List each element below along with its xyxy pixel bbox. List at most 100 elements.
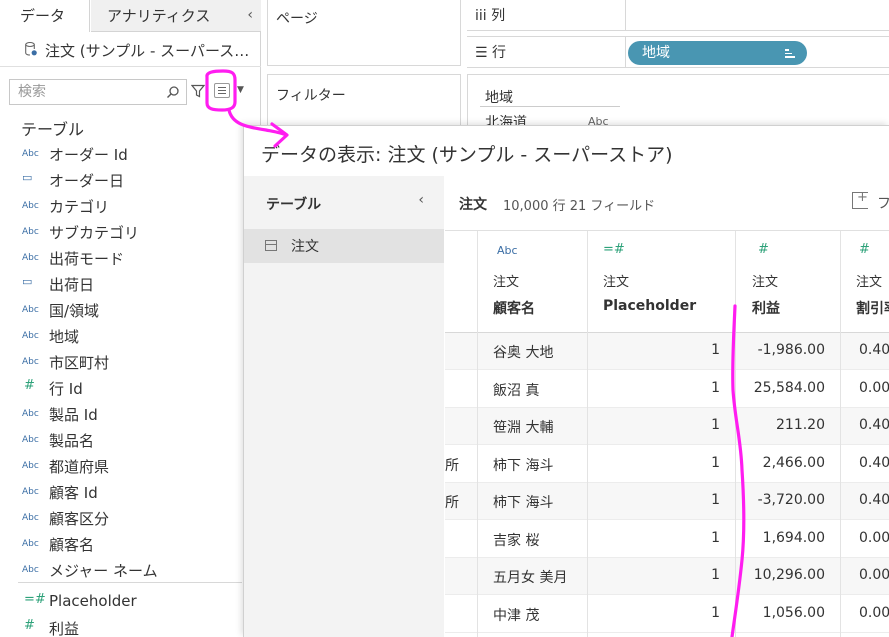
field-item[interactable]: Abc サブカテゴリ (0, 219, 242, 245)
dialog-title: データの表示: 注文 (サンプル - スーパーストア) (261, 144, 673, 166)
cell-profit: 25,584.00 (753, 379, 825, 396)
field-item[interactable]: Abc メジャー ネーム (0, 557, 242, 583)
cell-discount: 0.00 (859, 567, 889, 583)
table-row[interactable]: 五月女 美月 1 10,296.00 0.00 (445, 558, 889, 595)
field-item[interactable]: Abc 都道府県 (0, 453, 242, 479)
column-source: 注文 (603, 275, 630, 290)
cell-customer: 中津 茂 (493, 607, 540, 624)
field-item[interactable]: Abc 製品名 (0, 427, 242, 453)
column-type-icon: # (859, 242, 870, 257)
cell-profit: 10,296.00 (753, 567, 825, 583)
export-icon[interactable] (852, 190, 868, 209)
column-divider (477, 231, 478, 637)
cell-placeholder: 1 (711, 417, 720, 433)
grid-toolbar: 注文 10,000 行 21 フィールド フ (445, 176, 889, 231)
table-row[interactable]: 所 柿下 海斗 1 2,466.00 0.40 (445, 446, 889, 483)
cell-placeholder: 1 (711, 604, 720, 621)
legend-underline (480, 106, 620, 107)
side-header: テーブル (266, 197, 322, 213)
search-icon[interactable] (166, 85, 180, 99)
datasource-name: 注文 (サンプル - スーパース… (45, 42, 250, 60)
cell-discount: 0.40 (859, 342, 889, 358)
string-type-icon: Abc (22, 565, 39, 575)
field-item[interactable]: ▭ 出荷日 (0, 271, 242, 297)
field-name: メジャー ネーム (49, 562, 158, 580)
field-item[interactable]: Abc 顧客名 (0, 531, 242, 557)
collapse-sidebar-icon[interactable]: ‹ (418, 192, 424, 208)
field-item[interactable]: # 行 Id (0, 375, 242, 401)
chevron-down-icon[interactable]: ▼ (237, 85, 244, 95)
field-item[interactable]: Abc 市区町村 (0, 349, 242, 375)
field-item[interactable]: Abc 顧客区分 (0, 505, 242, 531)
search-input[interactable] (10, 80, 160, 104)
rows-label: ☰ 行 (475, 45, 507, 61)
column-header-customer[interactable]: 顧客名 (493, 298, 535, 318)
field-name: 利益 (49, 620, 80, 637)
cell-customer: 笹淵 大輔 (493, 420, 554, 436)
table-row[interactable]: 吉家 桜 1 1,694.00 0.00 (445, 521, 889, 558)
grid-title: 注文 (459, 197, 487, 213)
column-divider (735, 231, 736, 637)
string-type-icon: Abc (22, 513, 39, 523)
string-type-icon: Abc (22, 487, 39, 497)
date-type-icon: ▭ (22, 171, 33, 184)
cell-discount: 0.40 (859, 454, 889, 471)
export-label[interactable]: フ (877, 193, 889, 213)
table-row[interactable]: 所 柿下 海斗 1 -3,720.00 0.40 (445, 483, 889, 520)
column-divider (587, 231, 588, 637)
field-item[interactable]: # 利益 (0, 615, 242, 637)
string-type-icon: Abc (22, 357, 39, 367)
columns-shelf[interactable]: iii 列 (467, 0, 889, 31)
field-item[interactable]: Abc 地域 (0, 323, 242, 349)
cell-placeholder: 1 (711, 529, 720, 546)
region-pill-label: 地域 (642, 45, 670, 61)
table-icon (265, 240, 277, 251)
field-item[interactable]: Abc オーダー Id (0, 141, 242, 167)
column-source: 注文 (493, 275, 520, 290)
field-item[interactable]: ▭ オーダー日 (0, 167, 242, 193)
string-type-icon: Abc (22, 201, 39, 211)
filter-icon[interactable] (191, 84, 205, 98)
table-row[interactable]: 笹淵 大輔 1 211.20 0.40 (445, 408, 889, 445)
tab-data[interactable]: データ (0, 0, 90, 32)
side-item-orders[interactable]: 注文 (244, 229, 444, 263)
column-type-icon: Abc (497, 244, 518, 257)
collapse-pane-icon[interactable]: ‹ (247, 0, 253, 30)
column-header-placeholder[interactable]: Placeholder (603, 298, 696, 314)
column-header-discount[interactable]: 割引率 (856, 298, 889, 318)
datasource-item[interactable]: 注文 (サンプル - スーパース… (0, 33, 261, 67)
data-pane: データ アナリティクス ‹ 注文 (サンプル - スーパース… ▼ テーブル A… (0, 0, 261, 637)
shelf-divider (625, 37, 626, 67)
sort-icon[interactable] (785, 48, 795, 58)
column-header-profit[interactable]: 利益 (752, 298, 780, 318)
string-type-icon: Abc (22, 435, 39, 445)
table-row[interactable]: 中津 茂 1 1,056.00 0.00 (445, 596, 889, 633)
field-item[interactable]: Abc 顧客 Id (0, 479, 242, 505)
table-row[interactable]: 飯沼 真 1 25,584.00 0.00 (445, 371, 889, 408)
field-item[interactable]: =# Placeholder (0, 589, 242, 615)
field-name: 行 Id (49, 380, 83, 398)
cell-discount: 0.40 (859, 492, 889, 508)
field-name: Placeholder (49, 592, 137, 610)
field-item[interactable]: Abc 国/領域 (0, 297, 242, 323)
rows-shelf[interactable]: ☰ 行 地域 (467, 36, 889, 68)
pages-card[interactable]: ページ (267, 0, 461, 66)
view-data-icon[interactable] (214, 83, 230, 98)
string-type-icon: Abc (22, 461, 39, 471)
field-item[interactable]: Abc 製品 Id (0, 401, 242, 427)
string-type-icon: Abc (22, 149, 39, 159)
filters-label: フィルター (276, 88, 346, 104)
dialog-table-sidebar: テーブル ‹ 注文 (244, 176, 444, 637)
cell-discount: 0.40 (859, 417, 889, 433)
tab-analytics[interactable]: アナリティクス ‹ (91, 0, 261, 32)
cell-customer: 五月女 美月 (493, 570, 568, 586)
field-item[interactable]: Abc 出荷モード (0, 245, 242, 271)
field-name: 地域 (49, 328, 80, 346)
field-item[interactable]: Abc カテゴリ (0, 193, 242, 219)
cell-customer: 柿下 海斗 (493, 495, 554, 511)
columns-label: iii 列 (475, 8, 506, 24)
table-row[interactable]: 谷奥 大地 1 -1,986.00 0.40 (445, 333, 889, 370)
region-pill[interactable]: 地域 (628, 41, 807, 65)
field-name: オーダー日 (49, 172, 125, 190)
cell-customer: 吉家 桜 (493, 532, 540, 549)
